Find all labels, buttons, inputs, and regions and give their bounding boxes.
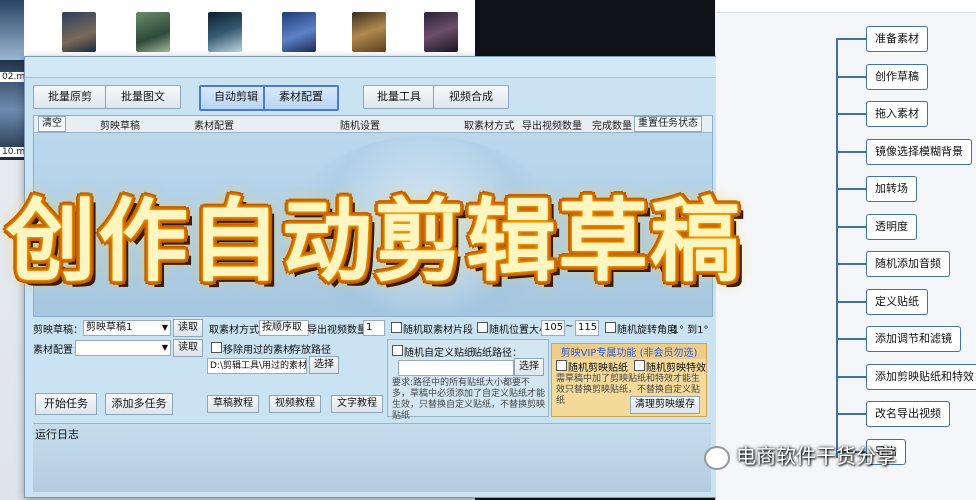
- random-position-label: 随机位置大小: [489, 325, 549, 336]
- read-draft-button[interactable]: 读取: [173, 319, 203, 337]
- random-rotation-label: 随机旋转角度: [617, 325, 677, 336]
- column-header: 导出视频数量: [522, 121, 582, 132]
- mindmap-connector: [838, 413, 866, 415]
- chevron-down-icon: ▼: [161, 323, 168, 332]
- material-config-select[interactable]: ▼: [75, 340, 171, 356]
- column-header: 剪映草稿: [100, 121, 140, 132]
- watermark-text: 电商软件干货分享: [736, 444, 896, 468]
- size-min-value: 105: [544, 322, 564, 333]
- run-log-title: 运行日志: [35, 428, 79, 441]
- video-thumbnail[interactable]: [282, 12, 316, 52]
- run-log-panel[interactable]: 运行日志: [33, 423, 711, 492]
- store-path-value: D:\剪辑工具\用过的素材: [210, 361, 307, 371]
- watermark: 电商软件干货分享: [704, 440, 896, 470]
- column-header: 素材配置: [194, 121, 234, 132]
- mindmap-node: 添加调节和滤镜: [866, 326, 961, 352]
- clear-button[interactable]: 清空: [38, 116, 66, 132]
- sticker-path-label: 贴纸路径：: [472, 348, 522, 359]
- store-path-label: 存放路径: [291, 345, 331, 356]
- sticker-note: 要求:路径中的所有贴纸大小都要不多，草稿中必须添加了自定义贴纸才能生效，只替换自…: [392, 378, 546, 421]
- mindmap-connector: [838, 150, 866, 153]
- batch-tools-button[interactable]: 批量工具: [363, 85, 435, 109]
- mindmap-connector: [838, 338, 866, 340]
- mindmap-node: 镜像选择模糊背景: [866, 138, 972, 165]
- material-config-tab[interactable]: 素材配置: [263, 85, 339, 111]
- random-split-checkbox[interactable]: [391, 322, 402, 333]
- chevron-down-icon: ▼: [161, 343, 168, 352]
- clear-cache-button[interactable]: 清理剪映缓存: [630, 396, 700, 414]
- video-thumbnail[interactable]: [352, 12, 386, 52]
- size-max-input[interactable]: 115: [575, 320, 599, 336]
- mindmap-node: 添加剪映贴纸和特效: [866, 363, 976, 390]
- draft-select-value: 剪映草稿1: [86, 322, 133, 333]
- video-tutorial-button[interactable]: 视频教程: [269, 395, 321, 413]
- column-header: 随机设置: [340, 121, 380, 132]
- batch-cut-button[interactable]: 批量原剪: [33, 85, 107, 109]
- export-count-value: 1: [366, 322, 373, 333]
- column-header: 取素材方式: [464, 121, 514, 132]
- read-material-button[interactable]: 读取: [173, 339, 203, 357]
- table-header: 清空 剪映草稿 素材配置 随机设置 取素材方式 导出视频数量 完成数量 重置任务…: [34, 116, 712, 133]
- draft-label: 剪映草稿：: [33, 325, 83, 336]
- store-path-input[interactable]: D:\剪辑工具\用过的素材: [207, 358, 307, 374]
- start-task-button[interactable]: 开始任务: [35, 393, 97, 415]
- text-tutorial-button[interactable]: 文字教程: [331, 395, 383, 413]
- fetch-mode-value: 按顺序取: [262, 322, 302, 333]
- sticker-path-input[interactable]: [398, 360, 514, 376]
- export-count-input[interactable]: 1: [363, 320, 385, 336]
- add-multi-task-button[interactable]: 添加多任务: [105, 393, 173, 415]
- select-sticker-path-button[interactable]: 选择: [514, 358, 544, 376]
- overlay-title: 创作自动剪辑草稿: [6, 189, 742, 294]
- remove-used-label: 移除用过的素材: [223, 345, 293, 356]
- mindmap-node: 创作草稿: [866, 63, 928, 90]
- reset-status-button[interactable]: 重置任务状态: [634, 116, 702, 132]
- mindmap-node: 拖入素材: [866, 101, 928, 127]
- fetch-mode-select[interactable]: 按顺序取: [259, 320, 309, 336]
- sticker-panel: 随机自定义贴纸 贴纸路径： 选择 要求:路径中的所有贴纸大小都要不多，草稿中必须…: [387, 339, 549, 421]
- auto-edit-tab[interactable]: 自动剪辑: [199, 85, 273, 111]
- wechat-icon: [704, 445, 730, 470]
- mindmap-connector: [838, 113, 866, 115]
- random-jy-effect-checkbox[interactable]: [634, 360, 645, 371]
- batch-image-button[interactable]: 批量图文: [105, 85, 181, 109]
- rotation-range: -1° 到1°: [669, 325, 709, 336]
- video-thumbnail[interactable]: [136, 12, 170, 52]
- random-sticker-checkbox[interactable]: [392, 345, 403, 356]
- random-position-checkbox[interactable]: [477, 322, 488, 333]
- random-sticker-label: 随机自定义贴纸: [404, 348, 474, 359]
- mindmap-toolbar: [716, 0, 976, 13]
- video-thumbnail[interactable]: [62, 12, 96, 52]
- vip-panel: 剪映VIP专属功能 (非会员勿选) 随机剪映贴纸 随机剪映特效 需草稿中加了剪映…: [551, 343, 707, 417]
- random-rotation-checkbox[interactable]: [605, 322, 616, 333]
- remove-used-checkbox[interactable]: [211, 342, 222, 353]
- mindmap-connector: [838, 75, 866, 78]
- random-jy-sticker-label: 随机剪映贴纸: [568, 363, 628, 374]
- random-split-label: 随机取素材片段: [403, 325, 473, 336]
- mindmap-connector: [838, 300, 866, 303]
- draft-select[interactable]: 剪映草稿1 ▼: [83, 320, 171, 336]
- video-thumbnail[interactable]: [208, 12, 242, 52]
- video-thumbnail[interactable]: [424, 12, 458, 52]
- video-merge-button[interactable]: 视频合成: [433, 85, 509, 109]
- title-bar[interactable]: [25, 57, 717, 78]
- mindmap-node: 改名导出视频: [866, 401, 950, 427]
- vip-title: 剪映VIP专属功能 (非会员勿选): [552, 344, 706, 359]
- random-jy-effect-label: 随机剪映特效: [646, 363, 706, 374]
- select-store-path-button[interactable]: 选择: [309, 356, 339, 374]
- mindmap-node: 准备素材: [866, 26, 928, 52]
- column-header: 完成数量: [592, 121, 632, 132]
- size-max-value: 115: [578, 322, 598, 333]
- size-range-separator: ~: [565, 321, 574, 332]
- mindmap-connector: [838, 375, 866, 378]
- random-jy-sticker-checkbox[interactable]: [556, 360, 567, 371]
- draft-tutorial-button[interactable]: 草稿教程: [207, 395, 259, 413]
- video-thumbnail[interactable]: [0, 0, 24, 60]
- mindmap-connector: [838, 38, 866, 40]
- size-min-input[interactable]: 105: [541, 320, 565, 336]
